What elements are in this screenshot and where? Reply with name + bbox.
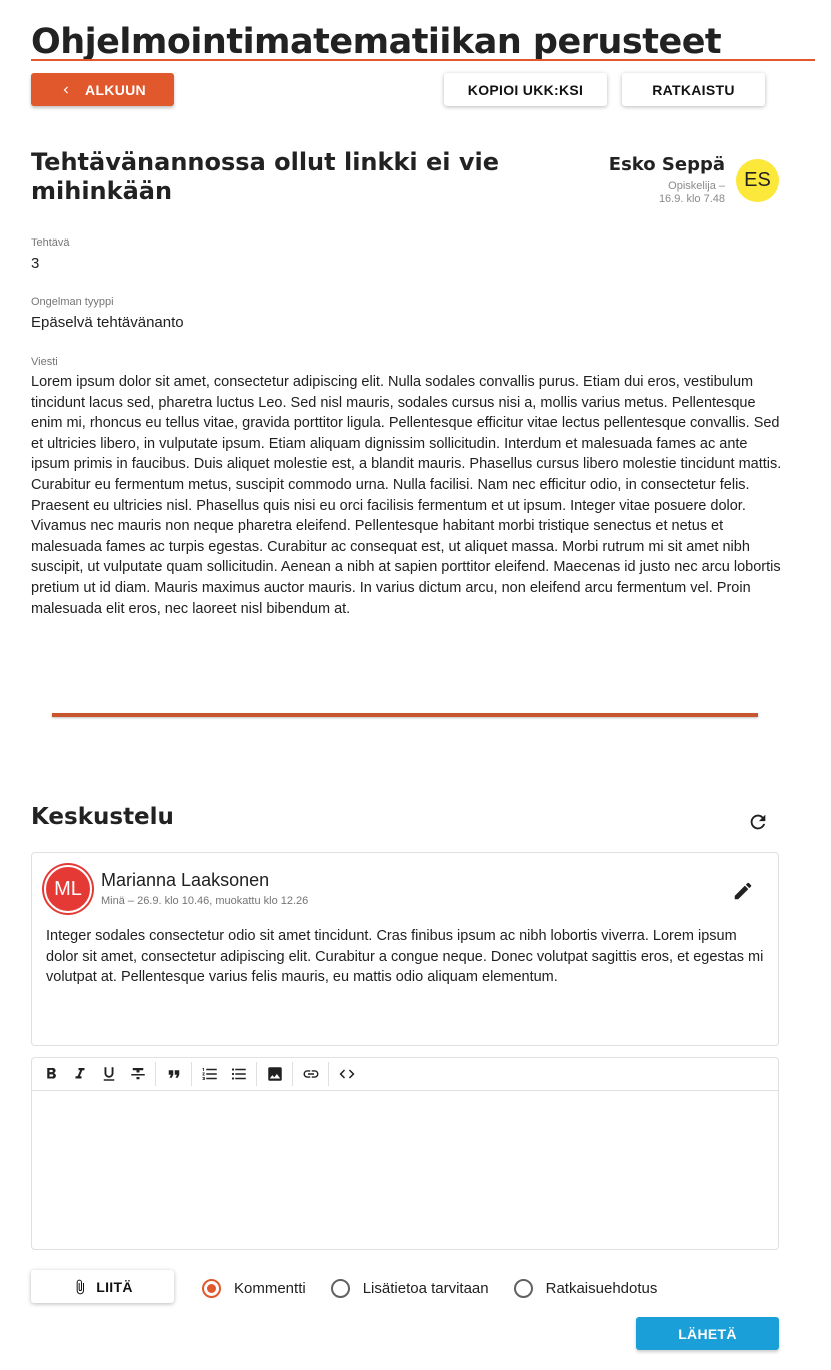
- comment-meta: Minä – 26.9. klo 10.46, muokattu klo 12.…: [101, 895, 309, 907]
- refresh-icon[interactable]: [747, 811, 769, 833]
- reply-type-radio-group: Kommentti Lisätietoa tarvitaan Ratkaisue…: [202, 1277, 682, 1299]
- back-button-label: ALKUUN: [85, 81, 146, 98]
- strikethrough-icon: [130, 1068, 145, 1080]
- message-label: Viesti: [31, 356, 58, 368]
- paperclip-icon: [76, 1279, 85, 1294]
- task-label: Tehtävä: [31, 237, 70, 249]
- course-title: Ohjelmointimatematiikan perusteet: [31, 22, 722, 62]
- mark-resolved-button[interactable]: RATKAISTU: [622, 73, 765, 106]
- toolbar-separator: [191, 1062, 192, 1086]
- radio-more-info-needed[interactable]: Lisätietoa tarvitaan: [330, 1278, 489, 1298]
- toolbar-separator: [155, 1062, 156, 1086]
- insert-image-button[interactable]: [260, 1060, 289, 1088]
- radio-unchecked-icon[interactable]: [513, 1278, 533, 1298]
- attach-button[interactable]: LIITÄ: [31, 1270, 174, 1303]
- link-icon: [303, 1070, 318, 1078]
- radio-dot: [207, 1283, 216, 1293]
- question-author-avatar: ES: [736, 159, 779, 202]
- problem-type-label: Ongelman tyyppi: [31, 296, 114, 308]
- quote-button[interactable]: [159, 1060, 188, 1088]
- send-button[interactable]: LÄHETÄ: [636, 1317, 779, 1350]
- numbered-list-icon: [202, 1068, 217, 1080]
- reply-editor: [31, 1057, 779, 1250]
- question-author-role: Opiskelija –: [668, 180, 725, 192]
- toolbar-separator: [328, 1062, 329, 1086]
- copy-to-faq-button[interactable]: KOPIOI UKK:KSI: [444, 73, 607, 106]
- comment-text: Integer sodales consectetur odio sit ame…: [46, 928, 764, 986]
- back-button[interactable]: ALKUUN: [31, 73, 174, 106]
- comment-card: ML Marianna Laaksonen Minä – 26.9. klo 1…: [31, 852, 779, 1046]
- toolbar-separator: [292, 1062, 293, 1086]
- numbered-list-button[interactable]: [195, 1060, 224, 1088]
- problem-type-value: Epäselvä tehtävänanto: [31, 314, 184, 331]
- discussion-title: Keskustelu: [31, 804, 174, 830]
- insert-link-button[interactable]: [296, 1060, 325, 1088]
- radio-comment[interactable]: Kommentti: [202, 1278, 306, 1298]
- comment-author-avatar: ML: [44, 865, 92, 913]
- radio-checked-icon[interactable]: [202, 1278, 221, 1298]
- radio-solution-proposal[interactable]: Ratkaisuehdotus: [513, 1278, 658, 1298]
- question-title: Tehtävänannossa ollut linkki ei vie mihi…: [31, 148, 500, 205]
- image-icon: [267, 1067, 282, 1081]
- bold-button[interactable]: [36, 1060, 65, 1088]
- task-value: 3: [31, 255, 40, 272]
- chevron-left-icon: [63, 86, 69, 93]
- editor-toolbar: [32, 1058, 778, 1091]
- toolbar-separator: [256, 1062, 257, 1086]
- comment-author-name: Marianna Laaksonen: [101, 870, 270, 890]
- strikethrough-button[interactable]: [123, 1060, 152, 1088]
- bulleted-list-icon: [231, 1068, 246, 1080]
- underline-button[interactable]: [94, 1060, 123, 1088]
- section-divider: [52, 713, 758, 717]
- question-author-time: 16.9. klo 7.48: [658, 193, 725, 205]
- italic-button[interactable]: [65, 1060, 94, 1088]
- radio-solution-label: Ratkaisuehdotus: [545, 1279, 658, 1297]
- attach-button-label: LIITÄ: [96, 1278, 133, 1295]
- radio-more-info-label: Lisätietoa tarvitaan: [362, 1279, 489, 1297]
- italic-icon: [75, 1068, 84, 1079]
- quote-icon: [168, 1070, 179, 1078]
- radio-unchecked-icon[interactable]: [330, 1278, 350, 1298]
- code-icon: [339, 1069, 354, 1079]
- underline-icon: [103, 1067, 114, 1081]
- reply-text-input[interactable]: [32, 1091, 778, 1249]
- bulleted-list-button[interactable]: [224, 1060, 253, 1088]
- question-message: Lorem ipsum dolor sit amet, consectetur …: [31, 374, 782, 617]
- title-underline: [31, 59, 815, 61]
- code-button[interactable]: [332, 1060, 361, 1088]
- question-author-name: Esko Seppä: [608, 154, 725, 175]
- question-author-meta: Opiskelija – 16.9. klo 7.48: [625, 180, 725, 206]
- bold-icon: [46, 1067, 56, 1079]
- edit-icon[interactable]: [732, 880, 754, 902]
- radio-comment-label: Kommentti: [234, 1279, 306, 1297]
